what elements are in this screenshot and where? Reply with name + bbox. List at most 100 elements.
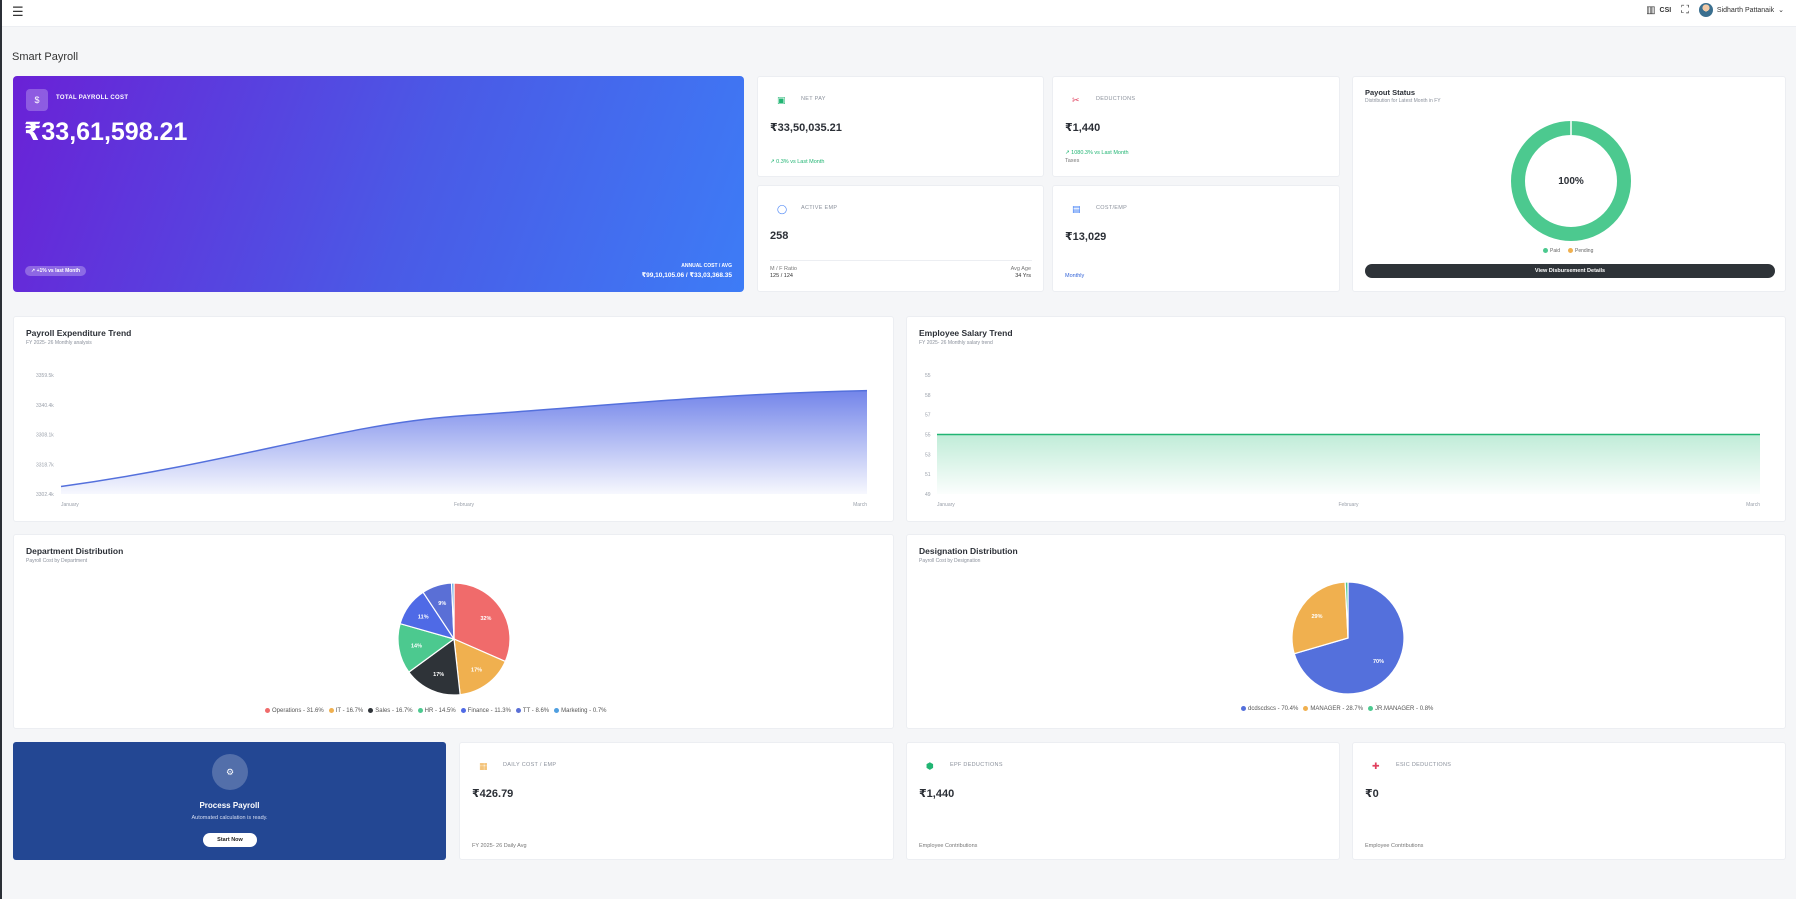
view-disbursement-button[interactable]: View Disbursement Details	[1365, 264, 1775, 278]
cost-emp-card: ▤ COST/EMP ₹13,029 Monthly	[1052, 185, 1340, 292]
x-tick-label: February	[454, 502, 475, 508]
scissors-icon: ✂	[1072, 95, 1080, 105]
user-menu[interactable]: Sidharth Pattanaik ⌄	[1698, 3, 1784, 17]
legend-swatch	[554, 708, 560, 713]
y-tick-label: 55	[925, 373, 931, 379]
hamburger-icon[interactable]: ☰	[12, 4, 24, 20]
legend-swatch	[328, 708, 334, 713]
legend-label: Finance - 11.3%	[467, 708, 511, 715]
department-pie: 32% 17% 17% 14% 11% 9%	[397, 582, 511, 696]
legend-item[interactable]: IT - 16.7%	[328, 708, 363, 714]
legend-item[interactable]: MANAGER - 28.7%	[1303, 706, 1363, 712]
building-icon: ▥	[1646, 4, 1656, 16]
y-tick-label: 3359.5k	[36, 373, 54, 379]
legend-item[interactable]: Operations - 31.6%	[265, 708, 324, 714]
y-tick-label: 3318.7k	[36, 462, 54, 468]
y-tick-label: 49	[925, 492, 931, 498]
shield-icon: ⬢	[926, 761, 934, 771]
expenditure-area	[61, 390, 867, 494]
ratio-label: M / F Ratio	[770, 266, 797, 272]
legend-item[interactable]: HR - 14.5%	[417, 708, 456, 715]
net-pay-trend: ↗ 0.3% vs Last Month	[770, 159, 825, 165]
legend-item[interactable]: Finance - 11.3%	[460, 708, 511, 715]
epf-note: Employee Contributions	[919, 843, 978, 849]
calendar-icon: ▦	[479, 761, 488, 771]
y-tick-label: 3340.4k	[36, 403, 54, 409]
daily-cost-value: ₹426.79	[472, 788, 514, 800]
dollar-icon: $	[26, 89, 48, 111]
process-payroll-card: ⚙ Process Payroll Automated calculation …	[13, 742, 446, 860]
esic-value: ₹0	[1365, 788, 1379, 800]
legend-label: TT - 8.6%	[522, 708, 550, 715]
company-switcher[interactable]: ▥ CSI	[1646, 5, 1671, 16]
legend-swatch	[515, 708, 521, 713]
legend-label: JR.MANAGER - 0.8%	[1375, 706, 1434, 713]
fullscreen-icon[interactable]: ⛶	[1681, 4, 1689, 17]
net-pay-card: ▣ NET PAY ₹33,50,035.21 ↗ 0.3% vs Last M…	[757, 76, 1044, 177]
age-value: 34 Yrs	[1015, 273, 1031, 279]
legend-paid: Paid	[1543, 248, 1560, 254]
legend-label: dcdscdscs - 70.4%	[1248, 706, 1299, 713]
daily-cost-note: FY 2025- 26 Daily Avg	[472, 843, 527, 849]
legend-item[interactable]: TT - 8.6%	[515, 708, 550, 715]
legend-label: MANAGER - 28.7%	[1310, 706, 1364, 713]
y-tick-label: 55	[925, 433, 931, 439]
x-tick-label: January	[937, 502, 955, 508]
pie-slice-label: 11%	[418, 614, 429, 620]
y-tick-label: 3308.1k	[36, 433, 54, 439]
payout-status-card: Payout Status Distribution for Latest Mo…	[1352, 76, 1786, 292]
left-edge	[0, 0, 2, 899]
legend-swatch	[460, 708, 466, 713]
deductions-card: ✂ DEDUCTIONS ₹1,440 ↗ 1080.3% vs Last Mo…	[1052, 76, 1340, 177]
legend-label: HR - 14.5%	[424, 708, 456, 715]
legend-label: Sales - 16.7%	[375, 708, 413, 715]
pie-slice-label: 29%	[1311, 614, 1322, 620]
user-name: Sidharth Pattanaik	[1716, 6, 1775, 14]
pie-slice-label: 9%	[438, 601, 446, 607]
expenditure-chart: 3359.5k 3340.4k 3308.1k 3318.7k 3302.4k Janu…	[36, 373, 867, 508]
divider	[770, 260, 1032, 261]
chevron-down-icon: ⌄	[1778, 7, 1784, 14]
pie-slice-label: 32%	[480, 616, 491, 622]
legend-item[interactable]: dcdscdscs - 70.4%	[1241, 706, 1298, 712]
daily-cost-card: ▦ DAILY COST / EMP ₹426.79 FY 2025- 26 D…	[459, 742, 894, 860]
salary-chart: 55 58 57 55 53 51 49 January February March	[925, 373, 1760, 508]
cost-emp-note: Monthly	[1065, 273, 1085, 279]
medical-cross-icon: ✚	[1372, 761, 1380, 771]
total-payroll-trend: ↗ +1% vs last Month	[25, 266, 87, 276]
salary-area	[937, 434, 1760, 494]
y-tick-label: 53	[925, 452, 931, 458]
designation-pie: 70% 29%	[1291, 581, 1405, 695]
active-emp-label: ACTIVE EMP	[801, 205, 838, 211]
top-bar: ☰ ▥ CSI ⛶ Sidharth Pattanaik ⌄	[2, 0, 1796, 27]
age-label: Avg Age	[1010, 266, 1031, 272]
department-legend: Operations - 31.6% IT - 16.7% Sales - 16.7…	[265, 708, 607, 714]
cost-emp-label: COST/EMP	[1096, 205, 1128, 211]
user-icon: ◯	[777, 204, 788, 214]
y-tick-label: 3302.4k	[36, 492, 54, 498]
legend-item[interactable]: Sales - 16.7%	[368, 708, 413, 715]
calendar-icon: ▣	[777, 95, 786, 105]
legend-item[interactable]: JR.MANAGER - 0.8%	[1368, 706, 1433, 712]
payout-donut: 100%	[1509, 119, 1633, 243]
x-tick-label: March	[1746, 502, 1760, 508]
settings-icon: ⚙	[212, 754, 248, 790]
legend-swatch	[368, 708, 374, 713]
annual-cost-label: ANNUAL COST / AVG	[681, 263, 732, 269]
epf-label: EPF DEDUCTIONS	[950, 762, 1003, 768]
process-title: Process Payroll	[199, 801, 260, 810]
designation-legend: dcdscdscs - 70.4% MANAGER - 28.7% JR.MANAG…	[1241, 706, 1433, 712]
legend-swatch	[265, 708, 270, 713]
esic-note: Employee Contributions	[1365, 843, 1424, 849]
active-emp-card: ◯ ACTIVE EMP 258 M / F Ratio 125 / 124 A…	[757, 185, 1044, 292]
deductions-value: ₹1,440	[1065, 122, 1101, 134]
payout-legend: Paid Pending	[1543, 248, 1593, 254]
salary-trend-card: Employee Salary Trend FY 2025- 26 Monthl…	[906, 316, 1786, 522]
esic-label: ESIC DEDUCTIONS	[1396, 762, 1452, 768]
start-now-button[interactable]: Start Now	[203, 833, 257, 847]
legend-item[interactable]: Marketing - 0.7%	[554, 708, 607, 714]
y-tick-label: 57	[925, 413, 931, 419]
deductions-note: Taxes	[1065, 158, 1080, 164]
legend-swatch	[1368, 706, 1374, 711]
receipt-icon: ▤	[1072, 204, 1081, 214]
